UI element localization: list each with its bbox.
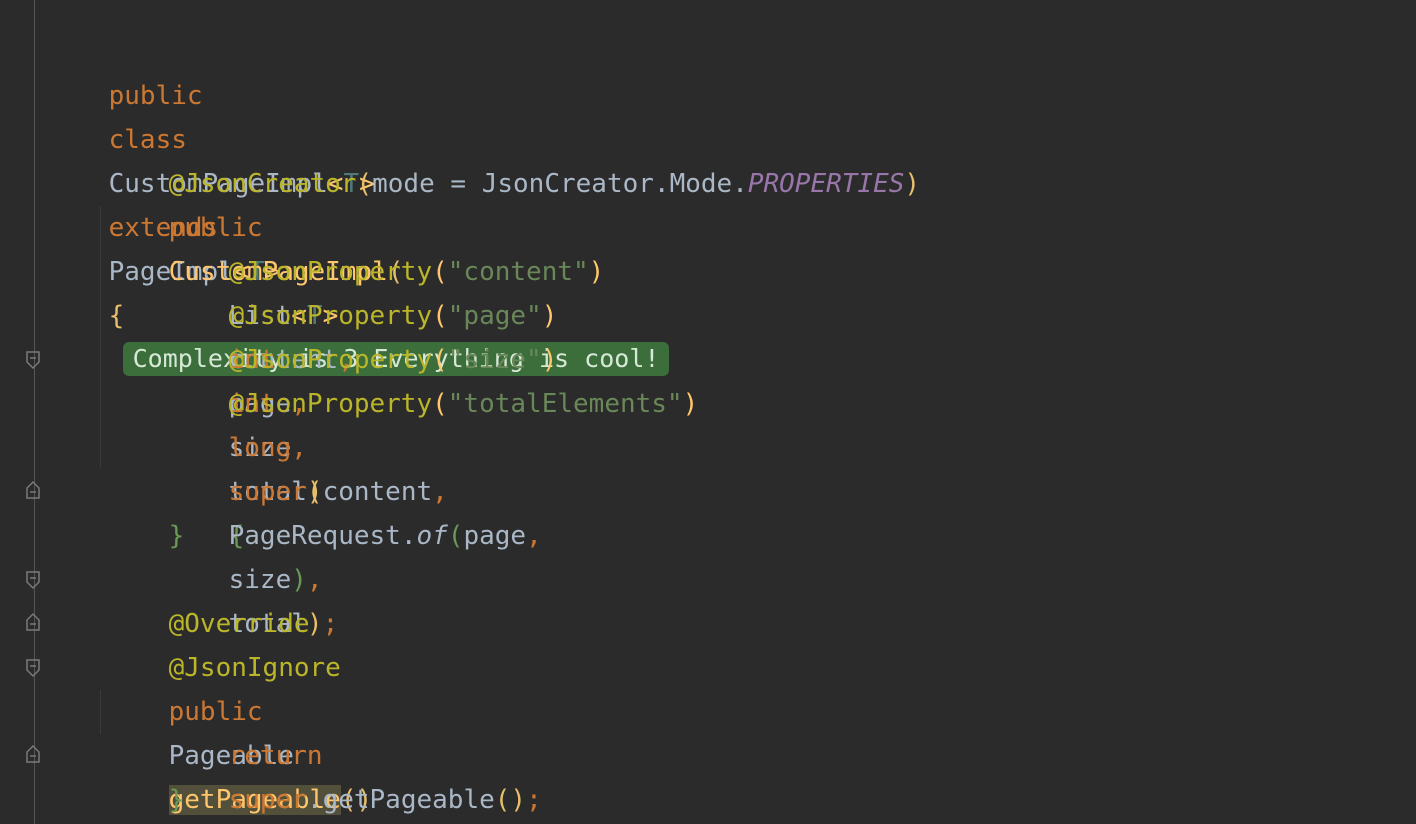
code-line-param-page[interactable]: @JsonProperty("page") int page, bbox=[166, 250, 558, 419]
keyword-return: return bbox=[228, 741, 323, 771]
properties-constant: PROPERTIES bbox=[747, 169, 905, 199]
fold-icon[interactable] bbox=[25, 744, 41, 764]
semicolon: ; bbox=[526, 785, 542, 815]
mode-class: Mode bbox=[669, 169, 733, 199]
fold-icon[interactable] bbox=[25, 480, 41, 500]
code-line-close-constructor[interactable]: } bbox=[106, 470, 185, 551]
arg-page: page bbox=[463, 521, 527, 551]
keyword-super: super bbox=[228, 477, 307, 507]
indent-guide bbox=[100, 690, 101, 734]
code-line-json-creator[interactable]: @JsonCreator(mode = JsonCreator.Mode.PRO… bbox=[106, 118, 920, 199]
fold-icon[interactable] bbox=[25, 350, 41, 370]
brace-close: } bbox=[168, 785, 185, 815]
code-line-constructor[interactable]: public CustomPageImpl( bbox=[106, 162, 404, 287]
code-editor[interactable]: public class CustomPageImpl<T> extends P… bbox=[0, 0, 1416, 824]
paren-open: ( bbox=[306, 477, 323, 507]
code-line-param-size[interactable]: @JsonProperty("size") int size, bbox=[166, 294, 558, 463]
method-call: getPageable bbox=[322, 785, 495, 815]
dot: . bbox=[732, 169, 748, 199]
code-line-close-method[interactable]: } bbox=[106, 734, 185, 815]
code-line-override[interactable]: @Override bbox=[106, 558, 310, 639]
code-line-param-content[interactable]: @JsonProperty("content") List<T> content… bbox=[166, 206, 605, 375]
gutter-separator bbox=[34, 0, 35, 824]
code-line-return[interactable]: return super.getPageable(); bbox=[166, 690, 542, 815]
fold-icon[interactable] bbox=[25, 658, 41, 678]
dot: . bbox=[400, 521, 417, 551]
dot: . bbox=[306, 785, 323, 815]
paren-close: ) bbox=[682, 389, 699, 419]
equals: = bbox=[434, 169, 482, 199]
keyword-super: super bbox=[228, 785, 307, 815]
code-line-super-call[interactable]: super(content, PageRequest.of(page, size… bbox=[166, 426, 542, 639]
method-of: of bbox=[416, 521, 448, 551]
json-creator-class: JsonCreator bbox=[481, 169, 654, 199]
code-line-param-total[interactable]: @JsonProperty("totalElements") long tota… bbox=[166, 338, 699, 551]
paren-close: ) bbox=[588, 257, 605, 287]
comma: , bbox=[526, 521, 542, 551]
keyword-public: public bbox=[108, 81, 203, 111]
paren-open: ( bbox=[432, 389, 448, 419]
brace-close: } bbox=[168, 521, 185, 551]
arg-content: content bbox=[322, 477, 433, 507]
page-request-class: PageRequest bbox=[228, 521, 401, 551]
paren-open: ( bbox=[447, 521, 464, 551]
comma: , bbox=[432, 477, 448, 507]
dot: . bbox=[653, 169, 670, 199]
editor-gutter[interactable] bbox=[0, 0, 34, 824]
code-line-close-class[interactable]: } bbox=[46, 778, 124, 822]
fold-icon[interactable] bbox=[25, 612, 41, 632]
code-line-json-ignore[interactable]: @JsonIgnore bbox=[106, 602, 341, 683]
code-line-method-declaration[interactable]: public Pageable getPageable() { bbox=[106, 646, 372, 815]
code-line-class-declaration[interactable]: public class CustomPageImpl<T> extends P… bbox=[46, 30, 670, 376]
annotation-json-property: @JsonProperty bbox=[228, 389, 433, 419]
fold-icon[interactable] bbox=[25, 570, 41, 590]
parens: () bbox=[494, 785, 527, 815]
string-literal: "totalElements" bbox=[447, 389, 683, 419]
paren-close: ) bbox=[904, 169, 921, 199]
